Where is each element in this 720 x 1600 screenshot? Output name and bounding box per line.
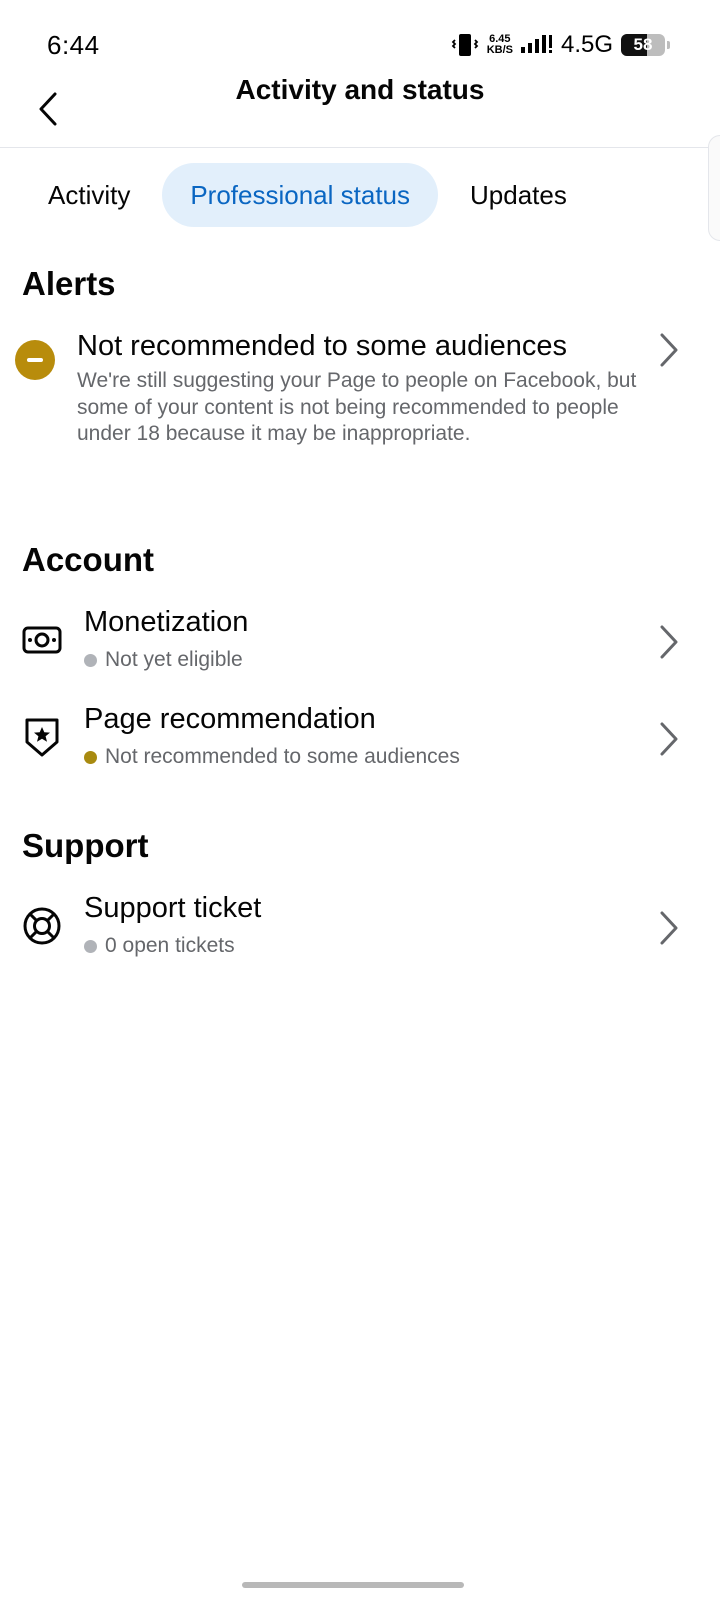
- network-speed-unit: KB/S: [486, 44, 513, 56]
- page-recommendation-title: Page recommendation: [84, 703, 376, 735]
- lifebuoy-icon: [22, 906, 62, 946]
- chevron-right-icon: [660, 722, 678, 756]
- support-ticket-title: Support ticket: [84, 892, 262, 924]
- monetization-status: Not yet eligible: [84, 648, 243, 672]
- page-recommendation-status: Not recommended to some audiences: [84, 745, 460, 769]
- status-dot: [84, 750, 97, 764]
- money-icon: [22, 620, 62, 660]
- support-ticket-status-text: 0 open tickets: [105, 934, 235, 957]
- signal-icon: [520, 35, 552, 53]
- alert-description: We're still suggesting your Page to peop…: [77, 369, 637, 445]
- warning-minus-icon: [15, 340, 55, 380]
- page-title: Activity and status: [235, 74, 485, 105]
- vibrate-icon: [451, 34, 478, 56]
- status-dot: [84, 939, 97, 953]
- tab-bar: Activity Professional status Updates: [20, 163, 595, 227]
- tab-activity[interactable]: Activity: [20, 163, 158, 227]
- alerts-heading: Alerts: [22, 265, 116, 302]
- alert-title: Not recommended to some audiences: [77, 330, 568, 362]
- page-recommendation-row[interactable]: Page recommendation Not recommended to s…: [0, 703, 720, 783]
- status-bar: 6:44 6.45 KB/S 4.5G 58: [0, 0, 720, 80]
- battery-icon: 58: [621, 34, 665, 56]
- support-ticket-row[interactable]: Support ticket 0 open tickets: [0, 892, 720, 972]
- shield-star-icon: [22, 717, 62, 757]
- header: Activity and status: [0, 70, 720, 148]
- tab-professional-status[interactable]: Professional status: [162, 163, 439, 227]
- monetization-status-text: Not yet eligible: [105, 648, 243, 671]
- network-speed: 6.45 KB/S: [487, 34, 513, 56]
- chevron-right-icon: [660, 911, 678, 945]
- status-dot: [84, 653, 97, 667]
- battery-level: 58: [633, 35, 653, 54]
- network-type: 4.5G: [560, 31, 613, 58]
- alert-item[interactable]: Not recommended to some audiences We're …: [0, 330, 720, 480]
- side-panel-handle[interactable]: [708, 135, 720, 241]
- tab-updates[interactable]: Updates: [442, 163, 595, 227]
- battery-tip: [667, 41, 670, 49]
- status-icons: 6.45 KB/S 4.5G 58: [451, 30, 670, 60]
- page-recommendation-status-text: Not recommended to some audiences: [105, 745, 460, 768]
- support-heading: Support: [22, 827, 149, 864]
- monetization-row[interactable]: Monetization Not yet eligible: [0, 606, 720, 686]
- home-indicator[interactable]: [242, 1582, 464, 1588]
- status-time: 6:44: [47, 30, 100, 60]
- chevron-right-icon: [660, 625, 678, 659]
- monetization-title: Monetization: [84, 606, 249, 638]
- chevron-right-icon: [660, 333, 678, 367]
- support-ticket-status: 0 open tickets: [84, 934, 235, 958]
- account-heading: Account: [22, 541, 154, 578]
